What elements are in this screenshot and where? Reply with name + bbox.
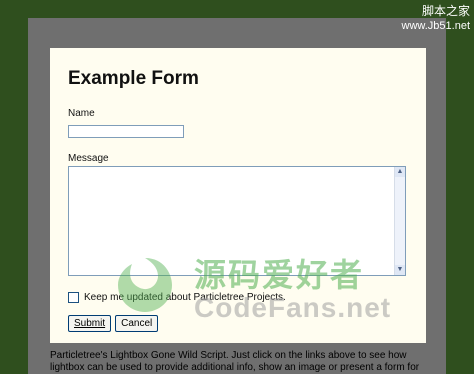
site-watermark: 脚本之家 www.Jb51.net — [350, 4, 470, 34]
scroll-down-icon[interactable]: ▼ — [395, 265, 405, 275]
form-title: Example Form — [68, 68, 199, 89]
message-scrollbar[interactable]: ▲ ▼ — [394, 167, 405, 275]
name-label: Name — [68, 108, 95, 119]
message-label: Message — [68, 153, 109, 164]
site-watermark-url: www.Jb51.net — [401, 20, 470, 32]
scroll-up-icon[interactable]: ▲ — [395, 167, 405, 177]
message-textarea[interactable]: ▲ ▼ — [68, 166, 406, 276]
lightbox-form: Example Form Name Message ▲ ▼ Keep me up… — [50, 48, 426, 343]
name-input[interactable] — [68, 125, 184, 138]
site-watermark-name: 脚本之家 — [421, 4, 470, 18]
updates-checkbox-row[interactable]: Keep me updated about Particletree Proje… — [68, 292, 408, 303]
cancel-button[interactable]: Cancel — [115, 315, 159, 332]
updates-checkbox[interactable] — [68, 292, 79, 303]
footer-description: Particletree's Lightbox Gone Wild Script… — [50, 350, 420, 373]
form-buttons: Submit Cancel — [68, 315, 408, 332]
submit-button[interactable]: Submit — [68, 315, 112, 332]
updates-checkbox-label: Keep me updated about Particletree Proje… — [84, 292, 286, 303]
